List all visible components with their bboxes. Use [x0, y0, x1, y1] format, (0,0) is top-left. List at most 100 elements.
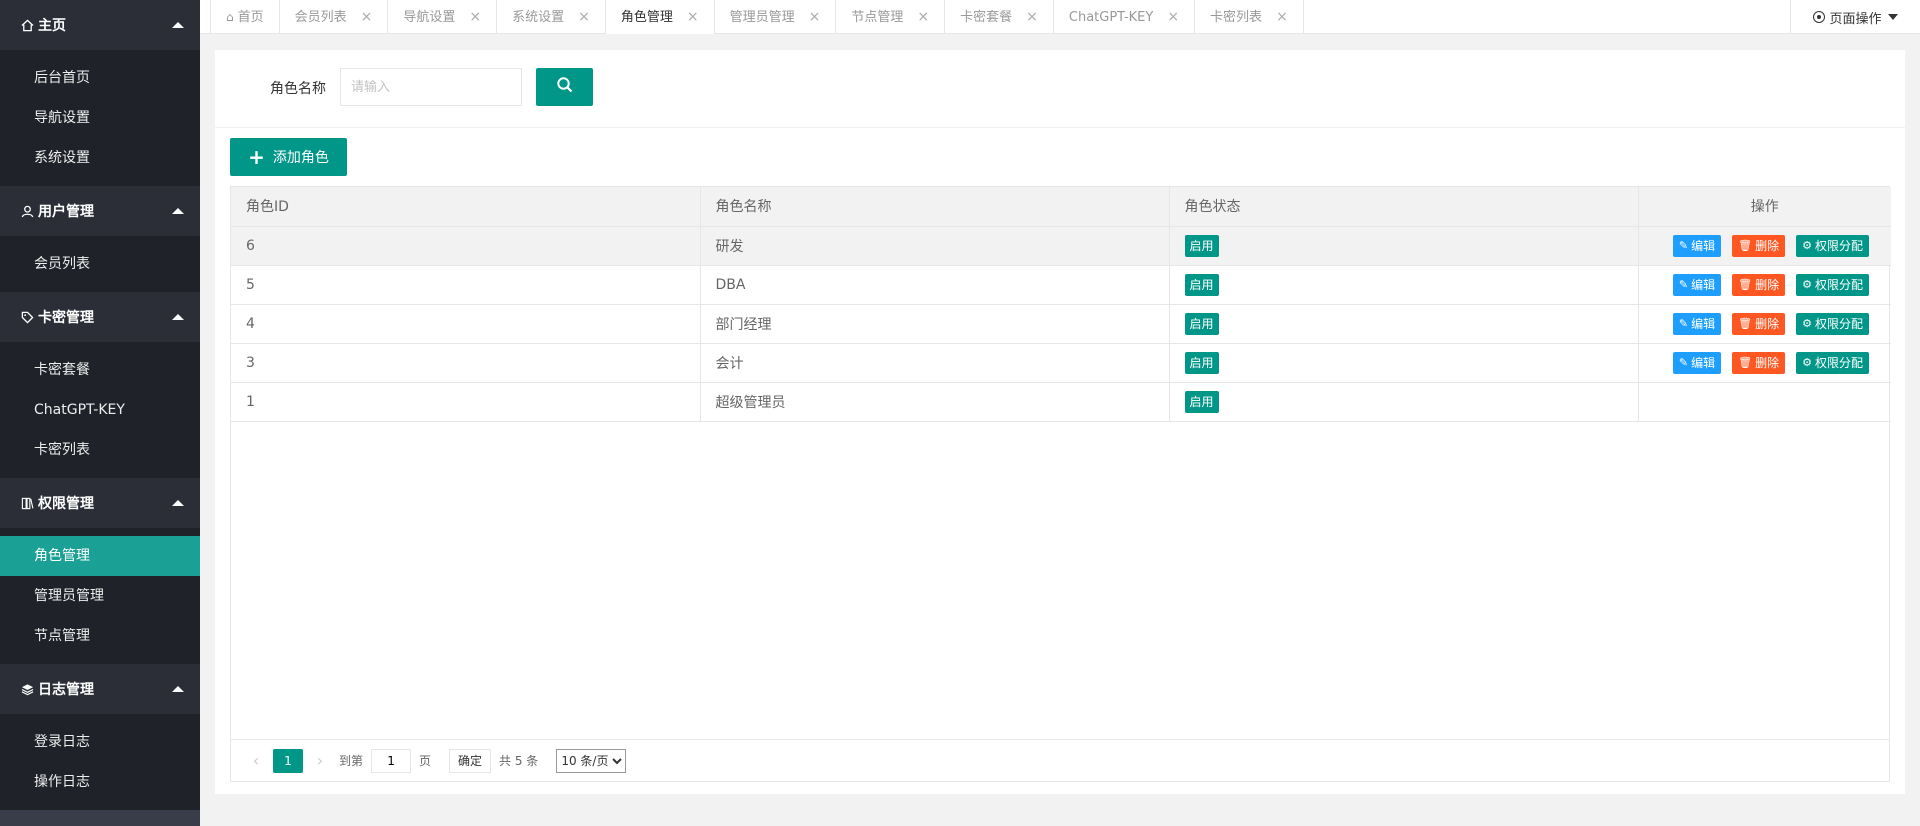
sidebar-item-admins[interactable]: 管理员管理	[0, 576, 200, 616]
tab-card-plans[interactable]: 卡密套餐 ×	[945, 0, 1054, 34]
roles-table: 角色ID 角色名称 角色状态 操作 6 研发 启用 ✎ 编辑 🗑 删除 ⚙ 权限分配 5	[230, 186, 1891, 782]
close-icon[interactable]: ×	[361, 1, 373, 34]
tab-members[interactable]: 会员列表 ×	[280, 0, 389, 34]
close-icon[interactable]: ×	[809, 1, 821, 34]
trash-icon: 🗑	[1738, 317, 1753, 330]
gear-icon: ⚙	[1802, 317, 1812, 330]
goto-confirm-button[interactable]: 确定	[449, 748, 492, 773]
next-page-icon[interactable]: ›	[309, 751, 331, 770]
role-status-cell: 启用	[1169, 265, 1639, 305]
sidebar-item-card-plans[interactable]: 卡密套餐	[0, 350, 200, 390]
delete-button[interactable]: 🗑 删除	[1732, 351, 1786, 374]
target-icon	[1813, 11, 1826, 23]
pagination: ‹ 1 › 到第 页 确定 共 5 条 10 条/页	[231, 739, 1889, 781]
sidebar: 主页 后台首页 导航设置 系统设置 用户管理 会员列表 卡密管理 卡密套餐 Ch…	[0, 0, 200, 826]
main-content: 角色名称 + 添加角色 角色ID 角色名称 角色状态 操作	[215, 50, 1905, 794]
nav-group-items: 登录日志 操作日志	[0, 714, 200, 810]
close-icon[interactable]: ×	[578, 1, 590, 34]
sidebar-item-operation-log[interactable]: 操作日志	[0, 762, 200, 802]
tab-home[interactable]: ⌂ 首页	[210, 0, 280, 34]
close-icon[interactable]: ×	[687, 1, 699, 34]
tab-label: 管理员管理	[729, 9, 795, 25]
caret-down-icon	[1887, 14, 1898, 20]
tab-label: 卡密套餐	[960, 9, 1013, 25]
search-form: 角色名称	[215, 50, 1905, 128]
status-badge: 启用	[1184, 234, 1219, 257]
sidebar-item-nodes[interactable]: 节点管理	[0, 616, 200, 656]
pencil-icon: ✎	[1678, 239, 1689, 252]
sidebar-item-system-settings[interactable]: 系统设置	[0, 138, 200, 178]
close-icon[interactable]: ×	[917, 1, 929, 34]
search-button[interactable]	[536, 68, 593, 106]
tab-card-list[interactable]: 卡密列表 ×	[1195, 0, 1304, 34]
add-role-button[interactable]: + 添加角色	[230, 138, 347, 176]
book-icon	[20, 496, 34, 510]
close-icon[interactable]: ×	[1167, 1, 1179, 34]
total-count: 共 5 条	[499, 754, 539, 768]
sidebar-item-dashboard[interactable]: 后台首页	[0, 58, 200, 98]
close-icon[interactable]: ×	[1026, 1, 1038, 34]
delete-label: 删除	[1755, 239, 1780, 253]
sidebar-item-chatgpt-key[interactable]: ChatGPT-KEY	[0, 390, 200, 430]
assign-permissions-label: 权限分配	[1814, 278, 1863, 292]
delete-button[interactable]: 🗑 删除	[1732, 312, 1786, 335]
current-page[interactable]: 1	[273, 748, 303, 773]
table-row: 1 超级管理员 启用	[231, 382, 1891, 422]
edit-button[interactable]: ✎ 编辑	[1672, 234, 1722, 257]
status-badge: 启用	[1184, 351, 1219, 374]
role-name-cell: 超级管理员	[700, 382, 1170, 422]
assign-permissions-button[interactable]: ⚙ 权限分配	[1796, 351, 1869, 374]
tab-label: ChatGPT-KEY	[1068, 9, 1154, 25]
role-status-cell: 启用	[1169, 304, 1639, 344]
prev-page-icon[interactable]: ‹	[245, 751, 267, 770]
nav-group-label: 主页	[38, 18, 66, 34]
nav-group-users[interactable]: 用户管理	[0, 186, 200, 236]
tab-roles[interactable]: 角色管理 ×	[605, 0, 715, 34]
sidebar-item-roles[interactable]: 角色管理	[0, 536, 200, 576]
delete-label: 删除	[1755, 317, 1780, 331]
nav-group-items: 会员列表	[0, 236, 200, 292]
caret-up-icon	[172, 500, 184, 506]
edit-button[interactable]: ✎ 编辑	[1672, 312, 1722, 335]
nav-group-label: 日志管理	[38, 682, 94, 698]
tab-chatgpt-key[interactable]: ChatGPT-KEY ×	[1054, 0, 1196, 34]
trash-icon: 🗑	[1738, 278, 1753, 291]
nav-group-permissions[interactable]: 权限管理	[0, 478, 200, 528]
close-icon[interactable]: ×	[469, 1, 481, 34]
assign-permissions-button[interactable]: ⚙ 权限分配	[1796, 234, 1869, 257]
role-name-cell: 研发	[700, 226, 1170, 266]
nav-group-logs[interactable]: 日志管理	[0, 664, 200, 714]
close-icon[interactable]: ×	[1276, 1, 1288, 34]
goto-page-input[interactable]	[371, 748, 412, 773]
tab-label: 角色管理	[620, 9, 673, 25]
assign-permissions-button[interactable]: ⚙ 权限分配	[1796, 312, 1869, 335]
tab-admins[interactable]: 管理员管理 ×	[715, 0, 837, 34]
add-role-label: 添加角色	[272, 150, 329, 166]
page-operations-menu[interactable]: 页面操作	[1790, 0, 1920, 34]
nav-group-cards[interactable]: 卡密管理	[0, 292, 200, 342]
edit-label: 编辑	[1691, 239, 1716, 253]
tab-label: 首页	[237, 9, 264, 25]
page-size-select[interactable]: 10 条/页	[556, 748, 627, 773]
page-operations-label: 页面操作	[1829, 11, 1882, 27]
delete-button[interactable]: 🗑 删除	[1732, 234, 1786, 257]
tab-label: 会员列表	[294, 9, 347, 25]
table-row: 5 DBA 启用 ✎ 编辑 🗑 删除 ⚙ 权限分配	[231, 265, 1891, 305]
edit-button[interactable]: ✎ 编辑	[1672, 273, 1722, 296]
role-name-cell: 会计	[700, 343, 1170, 383]
sidebar-item-login-log[interactable]: 登录日志	[0, 722, 200, 762]
edit-button[interactable]: ✎ 编辑	[1672, 351, 1722, 374]
status-badge: 启用	[1184, 312, 1219, 335]
tab-system-settings[interactable]: 系统设置 ×	[497, 0, 606, 34]
tab-nodes[interactable]: 节点管理 ×	[836, 0, 946, 34]
delete-button[interactable]: 🗑 删除	[1732, 273, 1786, 296]
nav-group-label: 卡密管理	[38, 310, 94, 326]
tab-nav-settings[interactable]: 导航设置 ×	[388, 0, 498, 34]
assign-permissions-button[interactable]: ⚙ 权限分配	[1796, 273, 1869, 296]
sidebar-item-card-list[interactable]: 卡密列表	[0, 430, 200, 470]
nav-group-home[interactable]: 主页	[0, 0, 200, 50]
sidebar-item-nav-settings[interactable]: 导航设置	[0, 98, 200, 138]
role-id-cell: 4	[231, 304, 701, 344]
role-name-input[interactable]	[340, 68, 522, 106]
sidebar-item-members[interactable]: 会员列表	[0, 244, 200, 284]
